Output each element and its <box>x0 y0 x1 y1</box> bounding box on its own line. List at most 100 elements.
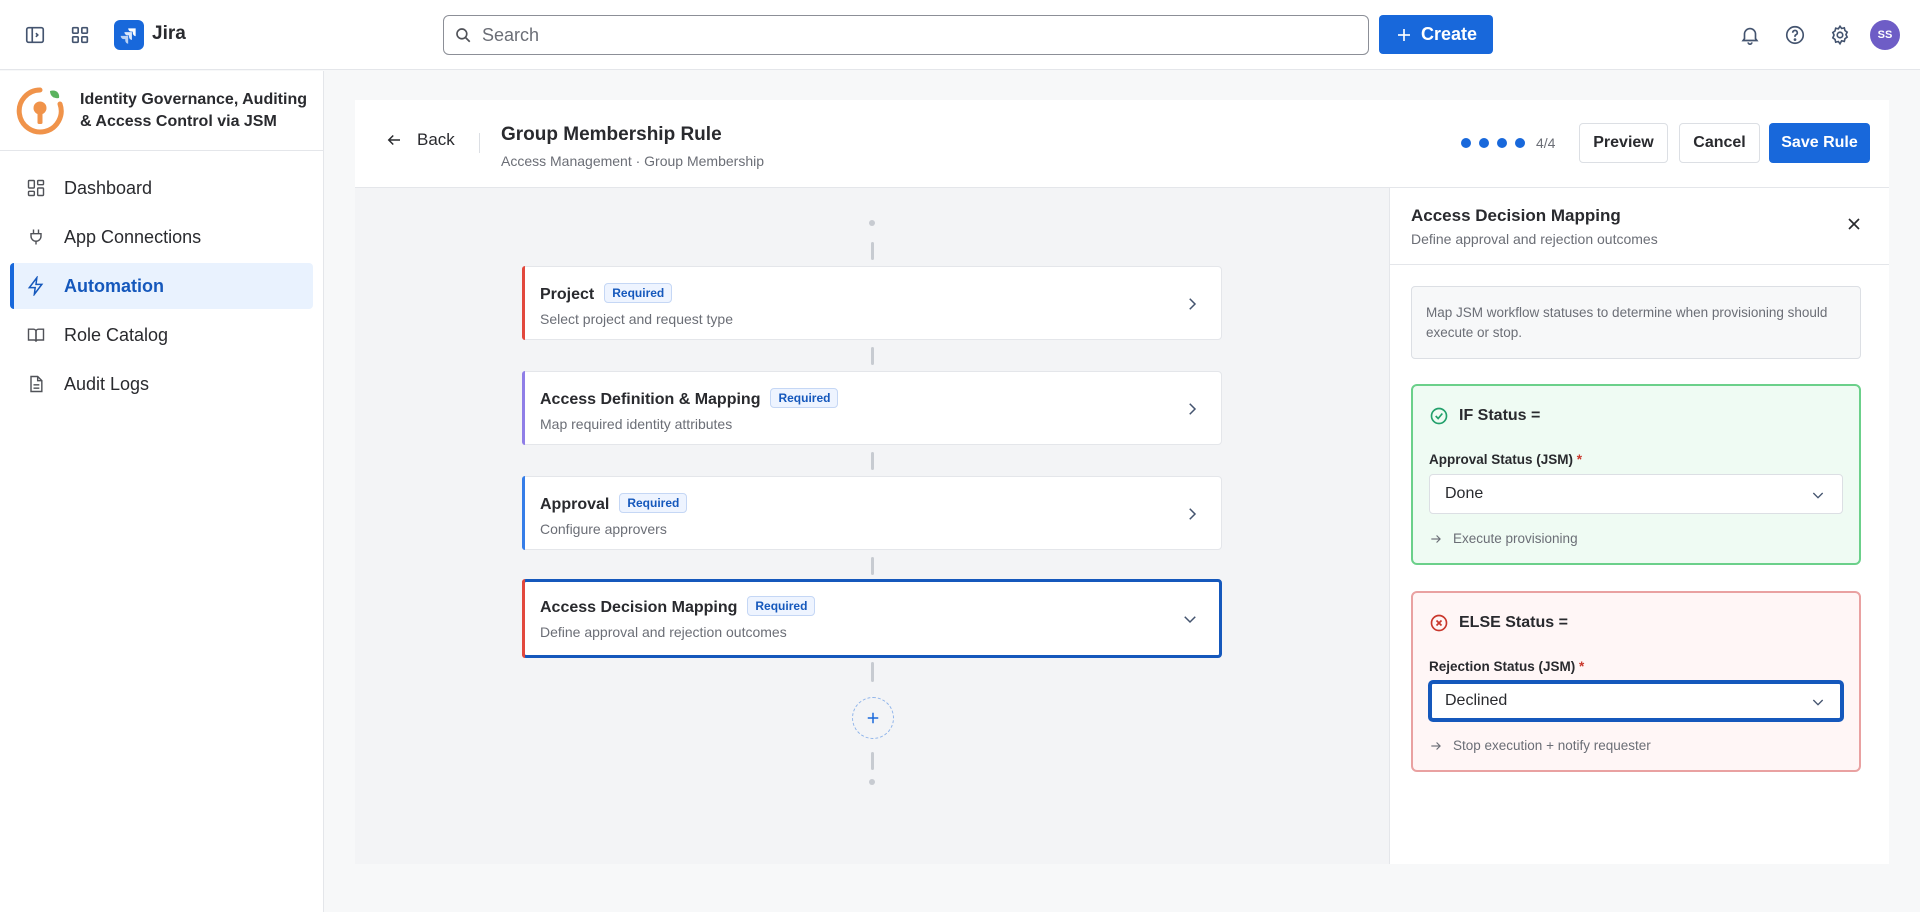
chevron-down-icon <box>1184 616 1196 624</box>
sidebar: Identity Governance, Auditing & Access C… <box>0 71 324 912</box>
connector-line <box>871 662 874 682</box>
chevron-down-icon <box>1812 492 1824 499</box>
connector-dot <box>869 220 875 226</box>
back-button-label: Back <box>417 130 455 149</box>
save-rule-button[interactable]: Save Rule <box>1769 123 1870 163</box>
sidebar-item-app-connections[interactable]: App Connections <box>10 214 313 260</box>
chevron-right-icon <box>1189 298 1197 310</box>
sidebar-item-label: Audit Logs <box>64 373 150 394</box>
step-count: 4/4 <box>1536 135 1556 151</box>
sidebar-toggle-icon[interactable] <box>20 20 50 50</box>
plus-icon <box>1397 28 1410 41</box>
book-icon <box>27 328 45 342</box>
approval-status-select[interactable]: Done <box>1429 474 1843 514</box>
chevron-right-icon <box>1189 508 1197 520</box>
approval-status-value: Done <box>1445 485 1484 502</box>
connector-dot <box>869 779 875 785</box>
top-navigation: Jira Create SS <box>0 0 1920 70</box>
required-badge: Required <box>604 283 673 303</box>
card-title: Approval Required <box>540 493 688 514</box>
card-subtitle: Select project and request type <box>540 311 734 327</box>
document-icon <box>30 375 43 393</box>
breadcrumb: Access Management · Group Membership <box>501 153 764 169</box>
step-card-project[interactable]: Project Required Select project and reque… <box>522 266 1222 340</box>
panel-subtitle: Define approval and rejection outcomes <box>1411 231 1658 247</box>
plug-icon <box>30 229 42 245</box>
connector-line <box>871 557 874 575</box>
sidebar-item-audit-logs[interactable]: Audit Logs <box>10 361 313 407</box>
if-status-block: IF Status = Approval Status (JSM) * Done… <box>1411 384 1861 565</box>
required-mark: * <box>1576 452 1583 467</box>
flow-canvas: Project Required Select project and reque… <box>355 188 1389 864</box>
card-title-text: Access Decision Mapping <box>540 599 738 616</box>
card-title: Project Required <box>540 283 673 304</box>
sidebar-item-label: Automation <box>64 275 164 296</box>
step-dot <box>1515 138 1525 148</box>
card-subtitle: Define approval and rejection outcomes <box>540 624 787 640</box>
search-icon <box>454 26 472 44</box>
arrow-left-icon <box>387 134 400 146</box>
create-button[interactable]: Create <box>1379 15 1493 54</box>
step-progress-dots <box>1461 138 1525 148</box>
if-outcome-text: Execute provisioning <box>1453 531 1578 546</box>
chevron-right-icon <box>1189 403 1197 415</box>
card-title: Access Decision Mapping Required <box>540 596 816 617</box>
card-accent <box>522 266 525 340</box>
create-button-label: Create <box>1420 24 1478 44</box>
app-switcher-icon[interactable] <box>65 20 95 50</box>
cancel-button[interactable]: Cancel <box>1679 123 1760 163</box>
chevron-down-icon <box>1812 699 1824 706</box>
step-card-access-definition[interactable]: Access Definition & Mapping Required Map … <box>522 371 1222 445</box>
card-title-text: Approval <box>540 496 610 513</box>
step-card-approval[interactable]: Approval Required Configure approvers <box>522 476 1222 550</box>
required-mark: * <box>1579 659 1585 674</box>
settings-gear-icon[interactable] <box>1825 20 1855 50</box>
if-status-heading-text: IF Status = <box>1459 407 1541 424</box>
search-bar[interactable] <box>443 15 1369 55</box>
panel-title: Access Decision Mapping <box>1411 206 1621 225</box>
app-name[interactable]: Jira <box>152 23 186 45</box>
arrow-right-icon <box>1431 534 1441 543</box>
else-outcome: Stop execution + notify requester <box>1429 738 1651 753</box>
connector-line <box>871 347 874 365</box>
rejection-status-label-text: Rejection Status (JSM) <box>1429 659 1576 674</box>
config-panel: Access Decision Mapping Define approval … <box>1389 188 1889 864</box>
panel-header: Access Decision Mapping Define approval … <box>1390 188 1889 265</box>
sidebar-nav: Dashboard App Connections Automation Rol… <box>0 151 323 407</box>
dashboard-icon <box>27 179 45 197</box>
sidebar-item-label: App Connections <box>64 226 202 247</box>
back-button[interactable]: Back <box>385 130 455 150</box>
plus-icon <box>867 712 879 724</box>
page-title: Group Membership Rule <box>501 124 722 145</box>
card-title-text: Access Definition & Mapping <box>540 391 761 408</box>
connector-line <box>871 452 874 470</box>
search-input[interactable] <box>482 22 1352 48</box>
card-subtitle: Configure approvers <box>540 521 667 537</box>
lightning-icon <box>27 276 44 296</box>
approval-status-label: Approval Status (JSM) * <box>1429 452 1582 467</box>
sidebar-item-automation[interactable]: Automation <box>10 263 313 309</box>
else-status-block: ELSE Status = Rejection Status (JSM) * D… <box>1411 591 1861 772</box>
help-icon[interactable] <box>1780 20 1810 50</box>
else-status-heading: ELSE Status = <box>1429 613 1568 633</box>
rejection-status-label: Rejection Status (JSM) * <box>1429 659 1584 674</box>
preview-button[interactable]: Preview <box>1579 123 1668 163</box>
jira-logo-icon[interactable] <box>114 20 144 50</box>
required-badge: Required <box>619 493 688 513</box>
step-dot <box>1461 138 1471 148</box>
card-accent <box>522 476 525 550</box>
close-icon[interactable] <box>1844 214 1864 234</box>
sidebar-item-dashboard[interactable]: Dashboard <box>10 165 313 211</box>
info-message: Map JSM workflow statuses to determine w… <box>1411 286 1861 359</box>
if-outcome: Execute provisioning <box>1429 531 1578 546</box>
add-step-button[interactable] <box>852 697 894 739</box>
header-divider <box>479 133 480 153</box>
rejection-status-select[interactable]: Declined <box>1429 681 1843 721</box>
user-avatar[interactable]: SS <box>1870 20 1900 50</box>
connector-line <box>871 242 874 260</box>
step-card-access-decision-mapping[interactable]: Access Decision Mapping Required Define a… <box>522 579 1222 658</box>
else-outcome-text: Stop execution + notify requester <box>1453 738 1651 753</box>
notifications-icon[interactable] <box>1735 20 1765 50</box>
sidebar-item-label: Dashboard <box>64 177 153 198</box>
sidebar-item-role-catalog[interactable]: Role Catalog <box>10 312 313 358</box>
